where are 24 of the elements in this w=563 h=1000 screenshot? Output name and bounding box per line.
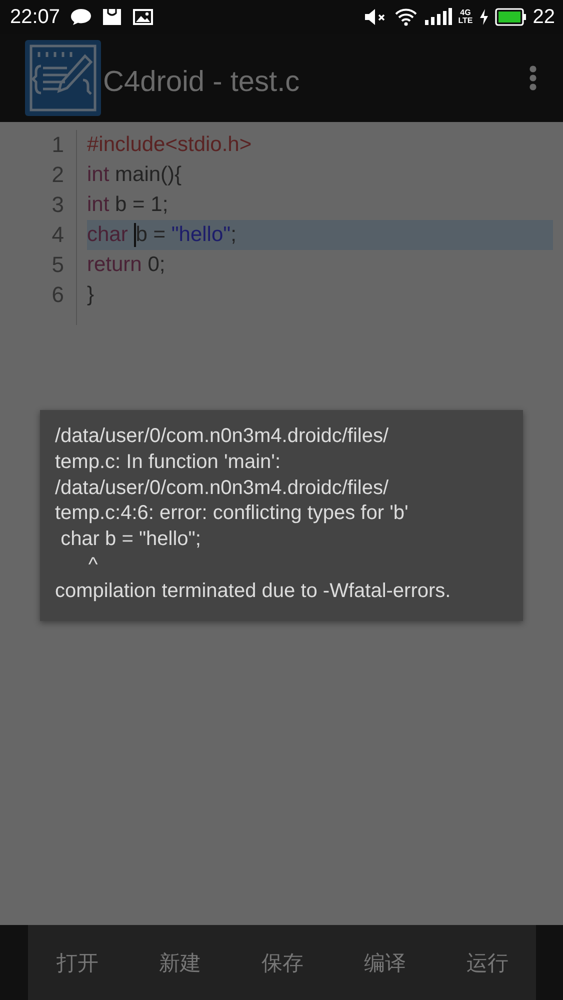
toolbar-button[interactable]: 新建 — [157, 944, 203, 980]
code-line: #include<stdio.h> — [87, 132, 253, 158]
code-line: int b = 1; — [87, 192, 170, 218]
toolbar-button[interactable]: 打开 — [54, 944, 100, 980]
charging-icon — [478, 8, 489, 26]
battery-level: 22 — [532, 6, 555, 28]
image-icon — [132, 8, 154, 26]
error-toast: /data/user/0/com.n0n3m4.droidc/files/ temp.c: In function 'main': /data/user/0/com.n0n3m4.droidc/files/ temp.c:4:6: error: conflicting types for 'b' char b = "hello"; ^ compilation terminated due to -Wfatal-errors. — [40, 410, 523, 621]
code-line: } — [87, 282, 96, 308]
toolbar-button[interactable]: 保存 — [260, 944, 306, 980]
wifi-icon — [394, 8, 418, 26]
overflow-menu-icon[interactable] — [529, 65, 537, 91]
notepad-pen-icon — [25, 40, 101, 116]
app-title: C4droid - test.c — [103, 66, 301, 98]
toolbar-button[interactable]: 编译 — [362, 944, 408, 980]
battery-icon — [494, 8, 527, 26]
signal-icon — [424, 8, 452, 26]
network-type: 4G LTE — [458, 9, 473, 25]
clock-time: 22:07 — [10, 6, 60, 28]
code-line: int main(){ — [87, 162, 183, 188]
chat-icon — [70, 8, 92, 26]
code-line: return 0; — [87, 252, 166, 278]
toolbar-button[interactable]: 运行 — [464, 944, 510, 980]
text-cursor — [134, 223, 136, 247]
